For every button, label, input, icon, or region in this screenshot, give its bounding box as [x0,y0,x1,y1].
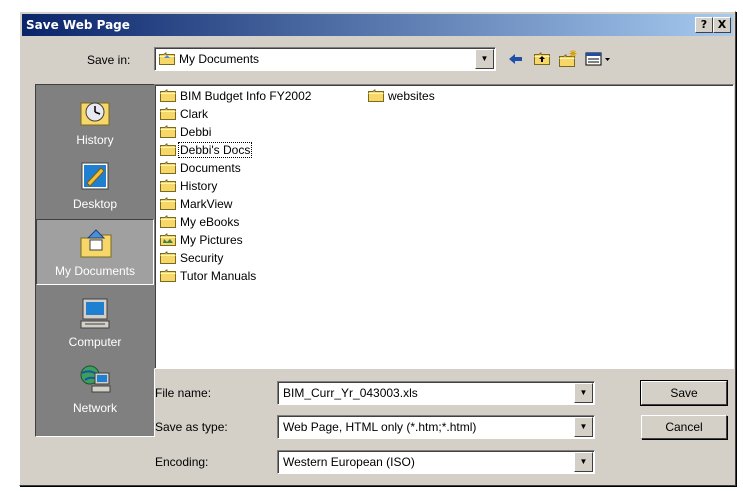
folder-icon [368,89,384,102]
pictures-folder-icon [160,233,176,246]
places-label: Network [72,401,117,415]
chevron-down-icon[interactable]: ▼ [475,49,494,69]
views-menu-icon[interactable] [583,48,615,70]
chevron-down-icon[interactable]: ▼ [574,383,593,403]
cancel-button[interactable]: Cancel [641,415,727,439]
save-in-value: My Documents [179,52,260,66]
file-name-value: BIM_Curr_Yr_043003.xls [283,386,418,400]
chevron-down-icon[interactable]: ▼ [574,452,593,472]
folder-icon [160,179,176,192]
encoding-value: Western European (ISO) [283,455,415,469]
places-item-desktop[interactable]: Desktop [36,153,154,219]
list-item[interactable]: Security [160,251,224,269]
help-button[interactable]: ? [695,17,713,33]
places-item-network[interactable]: Network [36,357,154,423]
encoding-label: Encoding: [155,455,209,469]
folder-icon [160,125,176,138]
title-bar[interactable]: Save Web Page ? X [22,14,733,36]
list-item[interactable]: MarkView [160,197,233,215]
list-item[interactable]: Tutor Manuals [160,269,257,287]
list-item[interactable]: BIM Budget Info FY2002 [160,89,312,107]
save-as-type-dropdown[interactable]: Web Page, HTML only (*.htm;*.html) ▼ [277,415,595,439]
close-button[interactable]: X [713,17,731,33]
save-in-dropdown[interactable]: My Documents ▼ [154,47,496,71]
places-item-history[interactable]: History [36,89,154,155]
desktop-icon [77,159,113,193]
folder-icon [160,143,176,156]
folder-icon [160,215,176,228]
list-item[interactable]: websites [368,89,436,107]
save-button[interactable]: Save [640,380,728,406]
list-item[interactable]: My eBooks [160,215,240,233]
save-web-page-dialog: Save Web Page ? X Save in: My Documents … [19,11,736,486]
list-item[interactable]: Documents [160,161,242,179]
folder-icon [160,89,176,102]
places-label: Desktop [72,197,118,211]
list-item[interactable]: My Pictures [160,233,244,251]
folder-icon [160,107,176,120]
list-item[interactable]: Debbi's Docs [160,142,253,161]
save-as-type-value: Web Page, HTML only (*.htm;*.html) [283,420,477,434]
encoding-dropdown[interactable]: Western European (ISO) ▼ [277,450,595,474]
my-documents-icon [159,52,175,69]
folder-icon [160,161,176,174]
folder-icon [160,269,176,282]
save-in-label: Save in: [87,53,131,67]
computer-icon [77,297,113,331]
file-name-field[interactable]: BIM_Curr_Yr_043003.xls ▼ [277,381,595,405]
chevron-down-icon[interactable]: ▼ [574,417,593,437]
folder-icon [160,251,176,264]
places-label: History [76,133,114,147]
new-folder-icon[interactable] [557,48,579,70]
list-item[interactable]: Debbi [160,125,212,143]
places-bar: History Desktop My Documents Computer Ne… [35,84,155,437]
list-item[interactable]: Clark [160,107,209,125]
file-name-label: File name: [155,386,212,400]
save-as-type-label: Save as type: [155,420,228,434]
places-item-computer[interactable]: Computer [36,291,154,357]
folder-icon [160,197,176,210]
places-item-my-documents[interactable]: My Documents [36,219,154,285]
dialog-title: Save Web Page [26,18,130,32]
history-icon [77,95,113,129]
up-one-level-icon[interactable] [531,48,553,70]
network-icon [77,363,113,397]
back-arrow-icon[interactable] [505,48,527,70]
places-label: My Documents [54,264,136,278]
file-list[interactable]: BIM Budget Info FY2002 Clark Debbi Debbi… [154,84,734,369]
places-label: Computer [68,335,122,349]
my-documents-icon [78,226,114,260]
list-item[interactable]: History [160,179,218,197]
